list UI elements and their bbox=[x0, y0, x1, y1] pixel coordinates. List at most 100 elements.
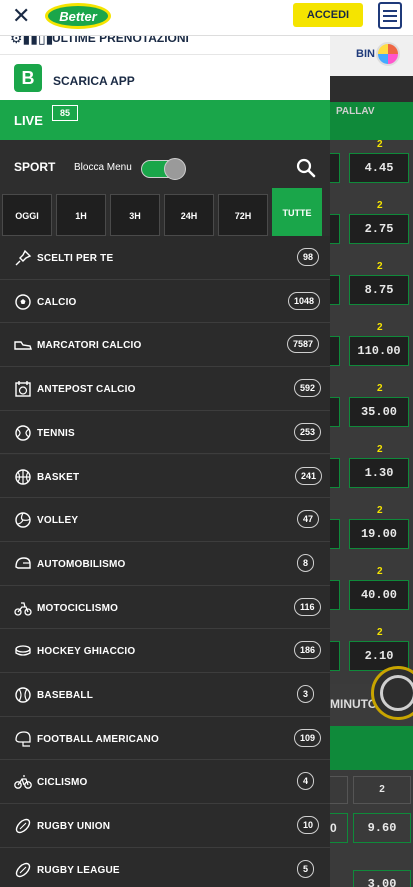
download-app-row[interactable]: B SCARICA APP bbox=[0, 54, 330, 100]
pallavolo-label[interactable]: PALLAV bbox=[336, 106, 375, 117]
american-football-helmet-icon bbox=[15, 731, 31, 747]
close-icon[interactable]: ✕ bbox=[12, 4, 30, 28]
odds-cell[interactable]: 19.00 bbox=[349, 519, 409, 549]
odds-row: 2 2.75 bbox=[330, 196, 413, 257]
filter-24h[interactable]: 24H bbox=[164, 194, 214, 236]
sport-name: ANTEPOST CALCIO bbox=[37, 384, 136, 396]
odds-cell-partial[interactable] bbox=[330, 641, 340, 671]
sport-count-badge: 186 bbox=[294, 641, 322, 660]
sport-name: RUGBY UNION bbox=[37, 821, 111, 833]
odds-cell[interactable]: 35.00 bbox=[349, 397, 409, 427]
odds-column-label: 2 bbox=[377, 322, 383, 333]
sport-item-automobilismo[interactable]: AUTOMOBILISMO 8 bbox=[0, 541, 330, 586]
sport-item-rugby-union[interactable]: RUGBY UNION 10 bbox=[0, 804, 330, 848]
sport-name: HOCKEY GHIACCIO bbox=[37, 646, 136, 658]
live-row[interactable]: LIVE 85 bbox=[0, 100, 330, 140]
odds-cell[interactable]: 2.75 bbox=[349, 214, 409, 244]
time-filter-bar: OGGI 1H 3H 24H 72H TUTTE bbox=[0, 186, 330, 236]
sport-name: CICLISMO bbox=[37, 777, 88, 789]
bin-label: BIN bbox=[356, 48, 375, 60]
sport-count-badge: 109 bbox=[294, 728, 322, 747]
odds-cell[interactable]: 3.00 bbox=[353, 870, 411, 887]
odds-column-label: 2 bbox=[377, 444, 383, 455]
odds-cell-partial[interactable] bbox=[330, 580, 340, 610]
sport-item-motociclismo[interactable]: MOTOCICLISMO 116 bbox=[0, 585, 330, 630]
filter-3h[interactable]: 3H bbox=[110, 194, 160, 236]
odds-column-label: 2 bbox=[377, 261, 383, 272]
sport-count-badge: 98 bbox=[297, 248, 320, 266]
helmet-icon bbox=[15, 557, 31, 569]
odds-cell[interactable]: 8.75 bbox=[349, 275, 409, 305]
basketball-icon bbox=[15, 468, 31, 485]
odds-row: 2 40.00 bbox=[330, 562, 413, 623]
sport-item-rugby-league[interactable]: RUGBY LEAGUE 5 bbox=[0, 847, 330, 887]
sport-count-badge: 7587 bbox=[287, 335, 320, 354]
volleyball-icon bbox=[15, 512, 31, 528]
lock-menu-toggle[interactable] bbox=[141, 158, 186, 180]
odds-column-label: 2 bbox=[377, 383, 383, 394]
sport-item-football-americano[interactable]: FOOTBALL AMERICANO 109 bbox=[0, 716, 330, 761]
sport-count-badge: 253 bbox=[294, 422, 322, 441]
search-icon[interactable] bbox=[296, 158, 316, 178]
odds-cell-partial[interactable] bbox=[330, 153, 340, 183]
hamburger-menu-icon[interactable] bbox=[378, 2, 402, 29]
odds-cell[interactable]: 40.00 bbox=[349, 580, 409, 610]
motorbike-icon bbox=[14, 601, 32, 616]
pin-icon bbox=[15, 249, 32, 266]
odds-cell-partial[interactable] bbox=[330, 458, 340, 488]
odds-row: 2 1.30 bbox=[330, 440, 413, 501]
sport-count-badge: 8 bbox=[297, 553, 315, 572]
filter-oggi[interactable]: OGGI bbox=[2, 194, 52, 236]
odds-cell-partial[interactable] bbox=[330, 214, 340, 244]
sport-item-baseball[interactable]: BASEBALL 3 bbox=[0, 673, 330, 717]
sport-item-calcio[interactable]: CALCIO 1048 bbox=[0, 279, 330, 324]
odds-cell-partial[interactable] bbox=[330, 519, 340, 549]
app-logo-icon: B bbox=[14, 64, 42, 92]
odds-row: 2 4.45 bbox=[330, 135, 413, 196]
filter-tutte[interactable]: TUTTE bbox=[272, 188, 322, 236]
odds-cell[interactable]: 110.00 bbox=[349, 336, 409, 366]
odds-cell-partial[interactable] bbox=[330, 397, 340, 427]
sport-item-ciclismo[interactable]: CICLISMO 4 bbox=[0, 760, 330, 805]
filter-72h[interactable]: 72H bbox=[218, 194, 268, 236]
sport-item-scelti-per-te[interactable]: SCELTI PER TE 98 bbox=[0, 236, 330, 280]
sport-item-basket[interactable]: BASKET 241 bbox=[0, 454, 330, 499]
rugby-ball-icon bbox=[15, 862, 31, 877]
sport-item-antepost-calcio[interactable]: ANTEPOST CALCIO 592 bbox=[0, 367, 330, 411]
live-count-badge: 85 bbox=[52, 105, 78, 121]
sport-count-badge: 5 bbox=[297, 859, 315, 878]
odds-row: 2 8.75 bbox=[330, 257, 413, 318]
odds-cell[interactable]: 1.30 bbox=[349, 458, 409, 488]
sport-count-badge: 4 bbox=[297, 772, 315, 791]
sport-count-badge: 47 bbox=[297, 510, 320, 529]
sport-count-badge: 1048 bbox=[288, 291, 321, 310]
odds-cell-partial[interactable] bbox=[330, 275, 340, 305]
calendar-ball-icon bbox=[15, 381, 31, 397]
sport-count-badge: 592 bbox=[294, 379, 322, 398]
filter-1h[interactable]: 1H bbox=[56, 194, 106, 236]
sport-name: SCELTI PER TE bbox=[37, 253, 114, 264]
soccer-ball-icon bbox=[15, 293, 31, 310]
sport-item-volley[interactable]: VOLLEY 47 bbox=[0, 498, 330, 542]
sport-count-badge: 10 bbox=[297, 816, 320, 835]
sport-item-hockey-ghiaccio[interactable]: HOCKEY GHIACCIO 186 bbox=[0, 629, 330, 673]
wheel-icon[interactable] bbox=[376, 42, 400, 66]
sport-name: FOOTBALL AMERICANO bbox=[37, 733, 159, 745]
odds-cell[interactable]: 9.60 bbox=[353, 813, 411, 843]
odds-cell[interactable]: 4.45 bbox=[349, 153, 409, 183]
sport-item-tennis[interactable]: TENNIS 253 bbox=[0, 410, 330, 455]
odds-cell-partial[interactable] bbox=[330, 336, 340, 366]
recent-bookings-row[interactable]: ⚙▮▮▯▮ ULTIME PRENOTAZIONI bbox=[0, 30, 330, 54]
sport-count-badge: 3 bbox=[297, 685, 315, 703]
logo-text: Better bbox=[59, 9, 98, 24]
sport-name: AUTOMOBILISMO bbox=[37, 558, 126, 570]
sport-count-badge: 116 bbox=[294, 597, 321, 616]
sport-item-marcatori-calcio[interactable]: MARCATORI CALCIO 7587 bbox=[0, 323, 330, 368]
odds-row: 2 19.00 bbox=[330, 501, 413, 562]
login-button[interactable]: ACCEDI bbox=[293, 3, 363, 27]
better-logo[interactable]: Better bbox=[44, 2, 112, 30]
baseball-icon bbox=[15, 687, 31, 703]
sport-name: BASEBALL bbox=[37, 690, 94, 701]
odds-cell-partial[interactable]: 0 bbox=[330, 813, 348, 843]
sport-name: VOLLEY bbox=[37, 515, 79, 527]
